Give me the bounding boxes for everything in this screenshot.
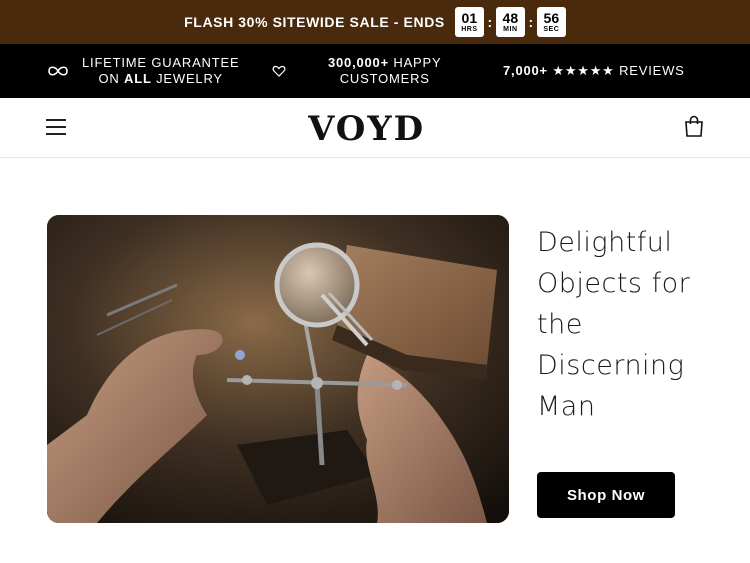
logo[interactable]: VOYD <box>308 110 442 146</box>
timer-seconds: 56 SEC <box>536 7 566 37</box>
guarantee-bold: ALL <box>124 71 152 86</box>
trust-item-customers: 300,000+ HAPPY CUSTOMERS <box>272 44 441 98</box>
hero-title-line: Man <box>537 391 596 422</box>
cart-icon[interactable] <box>684 115 704 137</box>
hero-title-line: Delightful <box>537 227 673 258</box>
hero-title-line: Discerning <box>537 350 685 381</box>
trust-item-guarantee: LIFETIME GUARANTEE ON ALL JEWELRY <box>46 44 239 98</box>
timer-minutes: 48 MIN <box>495 7 525 37</box>
customers-line-2: CUSTOMERS <box>339 71 430 86</box>
timer-hours-value: 01 <box>461 9 478 26</box>
shop-now-button[interactable]: Shop Now <box>537 472 675 518</box>
timer-minutes-value: 48 <box>502 9 519 26</box>
timer-hours-unit: HRS <box>461 25 478 33</box>
timer-separator: : <box>487 14 493 30</box>
guarantee-line-1: LIFETIME GUARANTEE <box>82 55 240 70</box>
trust-bar: LIFETIME GUARANTEE ON ALL JEWELRY 300,00… <box>0 44 750 98</box>
site-header: VOYD <box>0 98 750 158</box>
timer-minutes-unit: MIN <box>503 25 518 33</box>
infinity-icon <box>48 66 68 76</box>
timer-hours: 01 HRS <box>454 7 484 37</box>
customers-line-1: 300,000+ HAPPY <box>328 55 441 71</box>
hero-title-line: the <box>537 309 583 340</box>
guarantee-post: JEWELRY <box>151 71 223 86</box>
customers-count: 300,000+ <box>328 55 389 70</box>
timer-seconds-value: 56 <box>543 9 560 26</box>
countdown-timer: 01 HRS : 48 MIN : 56 SEC <box>454 7 566 37</box>
customers-happy: HAPPY <box>388 55 442 70</box>
reviews-stars: ★★★★★ <box>552 63 615 78</box>
hero-image <box>47 215 509 523</box>
timer-seconds-unit: SEC <box>543 25 560 33</box>
voyd-logo: VOYD <box>308 110 425 146</box>
hero-title: Delightful Objects for the Discerning Ma… <box>537 222 737 427</box>
jeweler-photo <box>47 215 509 523</box>
heart-icon <box>272 65 286 77</box>
announcement-bar: FLASH 30% SITEWIDE SALE - ENDS 01 HRS : … <box>0 0 750 44</box>
guarantee-pre: ON <box>98 71 125 86</box>
reviews-label: REVIEWS <box>619 63 685 78</box>
menu-icon[interactable] <box>46 118 66 135</box>
sale-message: FLASH 30% SITEWIDE SALE - ENDS <box>184 14 445 30</box>
logo-text: VOYD <box>308 110 425 146</box>
hero-title-line: Objects for <box>537 268 691 299</box>
guarantee-line-2: ON ALL JEWELRY <box>82 71 239 87</box>
reviews-count: 7,000+ <box>503 63 548 78</box>
timer-separator: : <box>528 14 534 30</box>
trust-item-reviews: 7,000+ ★★★★★ REVIEWS <box>503 44 685 98</box>
